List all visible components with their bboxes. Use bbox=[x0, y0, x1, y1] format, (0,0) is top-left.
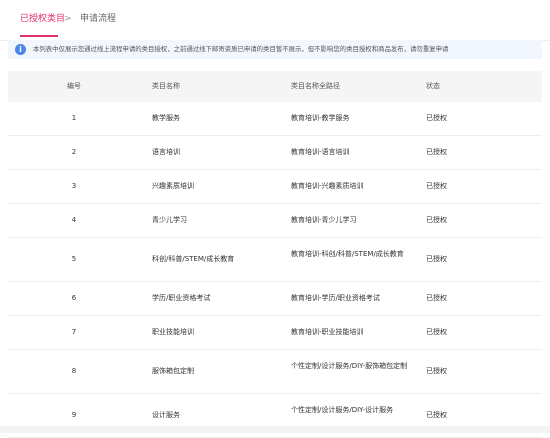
cell-index: 5 bbox=[71, 255, 77, 263]
cell-category-path: 个性定制/设计服务/DIY-设计服务 bbox=[291, 406, 394, 414]
active-tab-indicator bbox=[20, 35, 58, 37]
cell-category-name: 科创/科普/STEM/成长教育 bbox=[152, 255, 235, 263]
cell-category-name: 语言培训 bbox=[152, 148, 180, 156]
cell-index: 9 bbox=[71, 411, 77, 419]
cell-status: 已授权 bbox=[426, 182, 447, 190]
cell-category-path: 教育培训-职业技能培训 bbox=[291, 328, 364, 336]
category-tabs: 已授权类目 > 申请流程 bbox=[0, 0, 550, 41]
header-status: 状态 bbox=[426, 82, 440, 90]
cell-index: 1 bbox=[71, 114, 77, 122]
cell-status: 已授权 bbox=[426, 216, 447, 224]
table-header: 编号 类目名称 类目名称全路径 状态 bbox=[8, 71, 542, 102]
table-row: 2 语言培训 教育培训-语言培训 已授权 bbox=[8, 136, 542, 170]
chevron-right-icon: > bbox=[64, 14, 72, 24]
cell-status: 已授权 bbox=[426, 255, 447, 263]
table-row: 4 青少儿学习 教育培训-青少儿学习 已授权 bbox=[8, 204, 542, 238]
cell-status: 已授权 bbox=[426, 294, 447, 302]
cell-status: 已授权 bbox=[426, 328, 447, 336]
tab-application-process[interactable]: 申请流程 bbox=[80, 13, 116, 25]
cell-index: 2 bbox=[71, 148, 77, 156]
notice-banner: i 本列表中仅展示您通过线上流程申请的类目授权，之前通过线下邮寄资质已申请的类目… bbox=[8, 40, 542, 59]
cell-category-name: 学历/职业资格考试 bbox=[152, 294, 211, 302]
table-row: 8 服饰箱包定制 个性定制/设计服务/DIY-服饰箱包定制已授权 bbox=[8, 350, 542, 394]
notice-text: 本列表中仅展示您通过线上流程申请的类目授权，之前通过线下邮寄资质已申请的类目暂不… bbox=[33, 45, 449, 53]
header-index: 编号 bbox=[67, 82, 81, 90]
cell-category-path: 教育培训-青少儿学习 bbox=[291, 216, 357, 224]
cell-category-name: 青少儿学习 bbox=[152, 216, 187, 224]
cell-category-path: 教育培训-科创/科普/STEM/成长教育 bbox=[291, 250, 404, 258]
table-row: 1 教学服务 教育培训-教学服务 已授权 bbox=[8, 102, 542, 136]
header-category-path: 类目名称全路径 bbox=[291, 82, 340, 90]
tab-authorized-categories[interactable]: 已授权类目 bbox=[20, 13, 65, 25]
table-row: 6 学历/职业资格考试 教育培训-学历/职业资格考试 已授权 bbox=[8, 282, 542, 316]
cell-category-path: 教育培训-教学服务 bbox=[291, 114, 350, 122]
cell-index: 3 bbox=[71, 182, 77, 190]
table-row: 3 兴趣素质培训 教育培训-兴趣素质培训 已授权 bbox=[8, 170, 542, 204]
cell-index: 7 bbox=[71, 328, 77, 336]
category-table: 编号 类目名称 类目名称全路径 状态 1 教学服务 教育培训-教学服务 已授权 2 语言培… bbox=[8, 71, 542, 438]
cell-category-name: 设计服务 bbox=[152, 411, 180, 419]
cell-category-path: 教育培训-兴趣素质培训 bbox=[291, 182, 364, 190]
cell-status: 已授权 bbox=[426, 411, 447, 419]
cell-category-name: 兴趣素质培训 bbox=[152, 182, 194, 190]
cell-category-path: 教育培训-学历/职业资格考试 bbox=[291, 294, 380, 302]
cell-index: 4 bbox=[71, 216, 77, 224]
cell-index: 6 bbox=[71, 294, 77, 302]
cell-category-name: 教学服务 bbox=[152, 114, 180, 122]
cell-status: 已授权 bbox=[426, 148, 447, 156]
cell-status: 已授权 bbox=[426, 114, 447, 122]
cell-category-name: 服饰箱包定制 bbox=[152, 367, 194, 375]
page-bottom-edge bbox=[0, 426, 550, 433]
table-row: 5 科创/科普/STEM/成长教育 教育培训-科创/科普/STEM/成长教育已授权 bbox=[8, 238, 542, 282]
table-body: 1 教学服务 教育培训-教学服务 已授权 2 语言培训 教育培训-语言培训 已授权 3 兴趣素质培… bbox=[8, 102, 542, 438]
cell-index: 8 bbox=[71, 367, 77, 375]
cell-category-path: 教育培训-语言培训 bbox=[291, 148, 350, 156]
header-category-name: 类目名称 bbox=[152, 82, 180, 90]
table-row: 7 职业技能培训 教育培训-职业技能培训 已授权 bbox=[8, 316, 542, 350]
cell-category-path: 个性定制/设计服务/DIY-服饰箱包定制 bbox=[291, 362, 408, 370]
cell-status: 已授权 bbox=[426, 367, 447, 375]
cell-category-name: 职业技能培训 bbox=[152, 328, 194, 336]
info-icon: i bbox=[15, 44, 26, 55]
